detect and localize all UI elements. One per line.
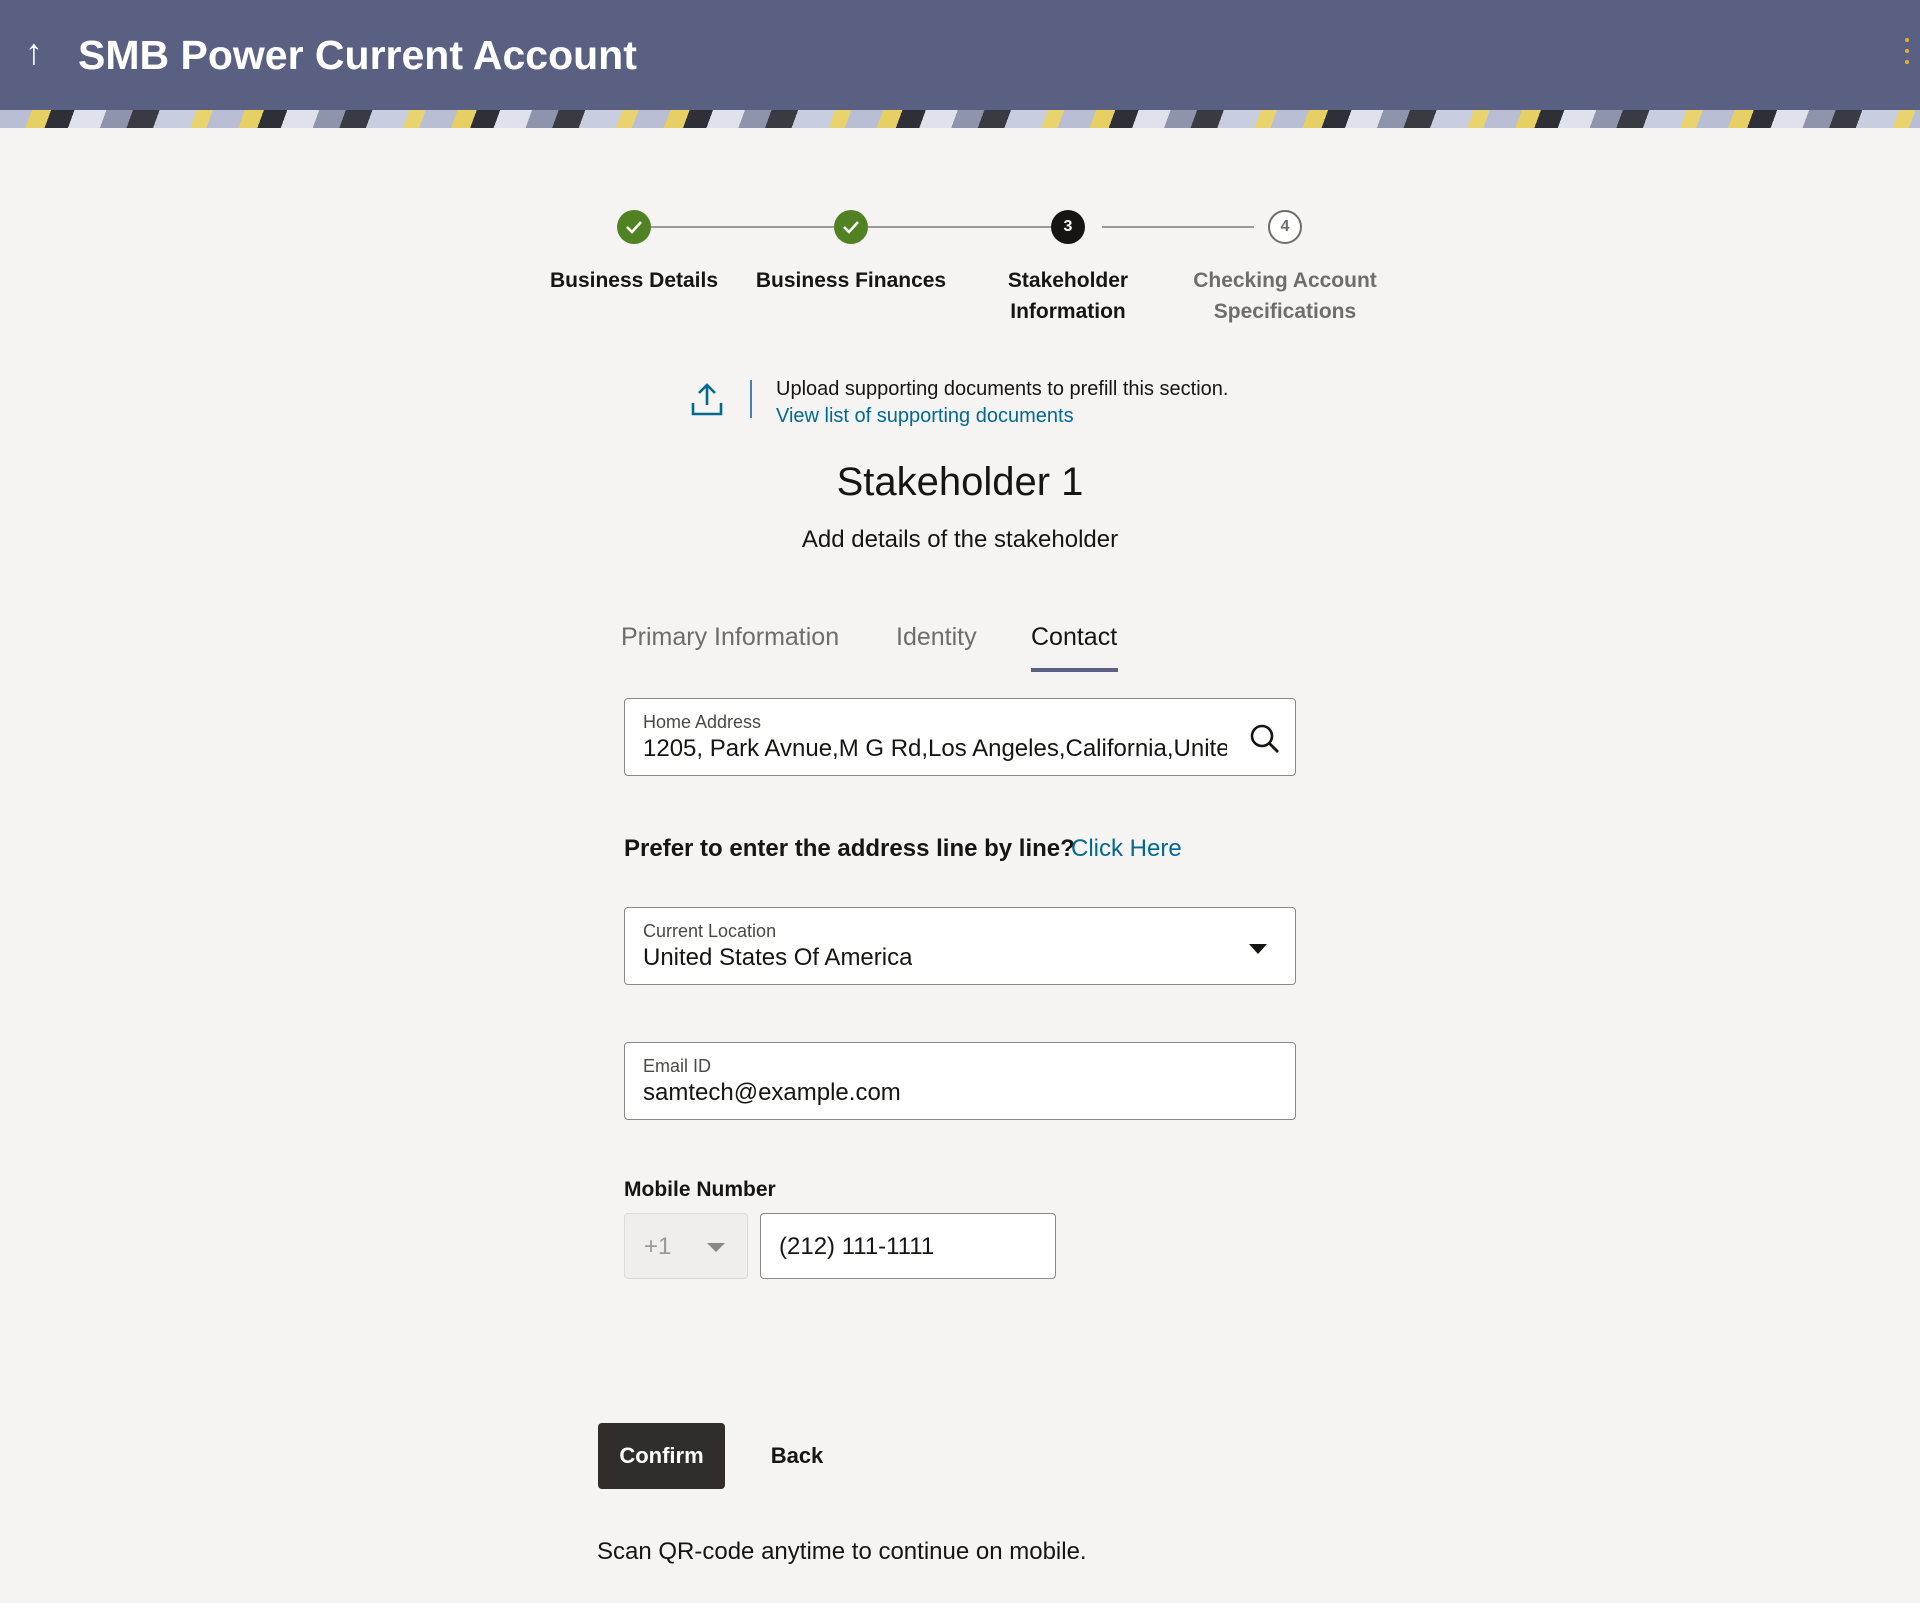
view-supporting-documents-link[interactable]: View list of supporting documents <box>776 404 1074 429</box>
email-value[interactable]: samtech@example.com <box>643 1077 901 1109</box>
mobile-number-value[interactable]: (212) 111-1111 <box>779 1231 934 1263</box>
qr-code-prompt: Scan QR-code anytime to continue on mobi… <box>597 1538 1087 1565</box>
step-1-label: Business Details <box>524 265 744 296</box>
tab-contact[interactable]: Contact <box>1031 620 1117 654</box>
step-3-indicator: 3 <box>1051 210 1085 244</box>
current-location-select[interactable]: Current Location United States Of Americ… <box>624 907 1296 985</box>
country-code-value: +1 <box>644 1233 672 1260</box>
search-icon[interactable] <box>1249 723 1281 755</box>
step-4-indicator: 4 <box>1268 210 1302 244</box>
mobile-number-label: Mobile Number <box>624 1178 776 1201</box>
confirm-button[interactable]: Confirm <box>598 1423 725 1489</box>
home-address-field[interactable]: Home Address 1205, Park Avnue,M G Rd,Los… <box>624 698 1296 776</box>
upload-divider <box>750 380 752 418</box>
mobile-number-input[interactable]: (212) 111-1111 <box>760 1213 1056 1279</box>
home-address-label: Home Address <box>643 712 762 732</box>
step-connector <box>1102 226 1254 228</box>
step-4-label: Checking Account Specifications <box>1175 265 1395 327</box>
country-code-select[interactable]: +1 <box>624 1213 748 1279</box>
step-1-check-icon <box>617 210 651 244</box>
step-4-label-line1: Checking Account <box>1193 269 1377 292</box>
click-here-link[interactable]: Click Here <box>1071 832 1182 866</box>
active-tab-indicator <box>1031 668 1118 672</box>
address-line-prompt: Prefer to enter the address line by line… <box>624 835 1075 862</box>
chevron-down-icon[interactable] <box>1249 944 1267 954</box>
step-2-check-icon <box>834 210 868 244</box>
current-location-value: United States Of America <box>643 944 913 971</box>
step-3-label: Stakeholder Information <box>958 265 1178 327</box>
step-3-label-line2: Information <box>1010 300 1126 323</box>
tab-identity[interactable]: Identity <box>896 620 977 654</box>
step-connector <box>651 226 834 228</box>
email-label: Email ID <box>643 1056 712 1076</box>
step-2-label-text: Business Finances <box>755 269 947 292</box>
step-connector <box>868 226 1051 228</box>
progress-stepper: 3 4 Business Details Business Finances S… <box>0 0 1920 340</box>
current-location-label: Current Location <box>643 921 777 941</box>
chevron-down-icon <box>707 1243 725 1252</box>
step-3-label-line1: Stakeholder <box>1007 269 1129 292</box>
back-button[interactable]: Back <box>757 1423 837 1489</box>
upload-prompt-text: Upload supporting documents to prefill t… <box>776 378 1229 400</box>
home-address-value[interactable]: 1205, Park Avnue,M G Rd,Los Angeles,Cali… <box>643 733 1227 765</box>
step-1-label-text: Business Details <box>549 269 719 292</box>
email-field[interactable]: Email ID samtech@example.com <box>624 1042 1296 1120</box>
upload-icon[interactable] <box>689 381 725 417</box>
tab-primary-information[interactable]: Primary Information <box>621 620 839 654</box>
step-2-label: Business Finances <box>741 265 961 296</box>
section-subtitle: Add details of the stakeholder <box>801 526 1119 553</box>
section-title: Stakeholder 1 <box>836 460 1084 504</box>
step-4-label-line2: Specifications <box>1213 300 1357 323</box>
